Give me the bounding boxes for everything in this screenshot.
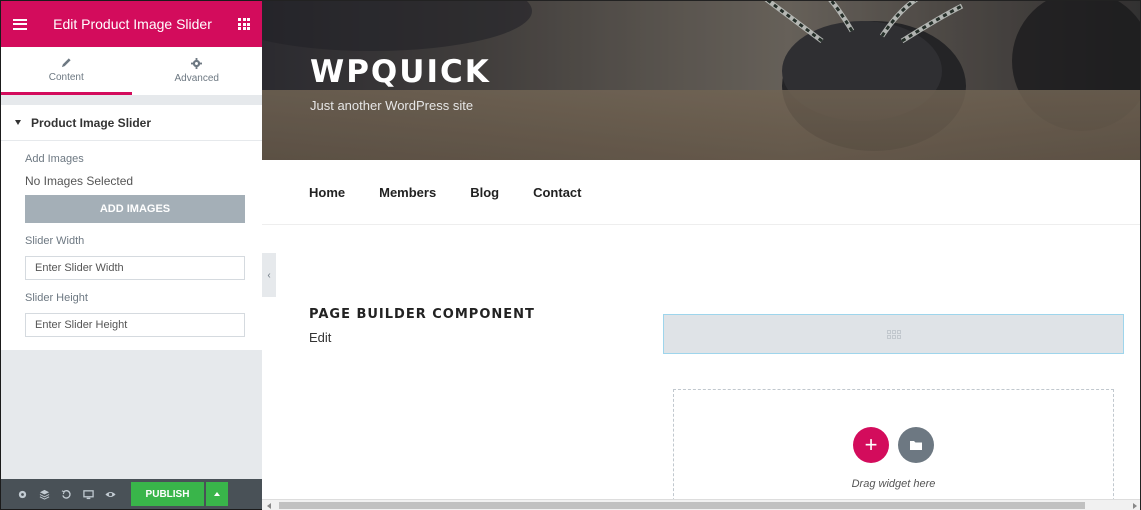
add-images-label: Add Images (25, 153, 84, 165)
editor-panel: Edit Product Image Slider Content Advanc… (0, 0, 262, 510)
add-images-button[interactable]: ADD IMAGES (25, 195, 245, 223)
section-toggle[interactable]: Product Image Slider (1, 104, 262, 141)
drop-zone[interactable]: + Drag widget here (673, 389, 1114, 510)
tab-content-label: Content (48, 71, 84, 83)
folder-icon (910, 441, 922, 450)
tab-advanced-label: Advanced (174, 73, 219, 84)
chevron-left-icon: ‹ (267, 269, 271, 281)
settings-icon[interactable] (11, 483, 33, 505)
publish-button[interactable]: PUBLISH (131, 482, 204, 506)
collapse-panel-button[interactable]: ‹ (262, 253, 276, 297)
site-tagline: Just another WordPress site (310, 98, 474, 113)
panel-tabs: Content Advanced (1, 47, 262, 96)
pencil-icon (61, 57, 71, 67)
nav-home[interactable]: Home (309, 185, 345, 200)
nav-blog[interactable]: Blog (470, 185, 499, 200)
tab-advanced[interactable]: Advanced (132, 47, 263, 95)
scrollbar-thumb[interactable] (279, 502, 1085, 509)
page-preview: WPQUICK Just another WordPress site Home… (262, 0, 1141, 510)
history-icon[interactable] (55, 483, 77, 505)
main-nav: Home Members Blog Contact (262, 160, 1140, 225)
widget-placeholder[interactable] (663, 314, 1124, 354)
scroll-right-icon[interactable] (1133, 503, 1137, 509)
panel-header: Edit Product Image Slider (1, 1, 262, 47)
horizontal-scrollbar[interactable] (262, 499, 1140, 510)
publish-options-button[interactable] (206, 482, 228, 506)
add-section-button[interactable]: + (853, 427, 889, 463)
panel-title: Edit Product Image Slider (53, 16, 212, 32)
nav-members[interactable]: Members (379, 185, 436, 200)
images-status: No Images Selected (25, 174, 134, 188)
slider-width-label: Slider Width (25, 235, 85, 247)
plus-icon: + (864, 432, 878, 457)
header-image: WPQUICK Just another WordPress site (262, 1, 1140, 160)
slider-width-input[interactable] (25, 256, 245, 280)
add-template-button[interactable] (898, 427, 934, 463)
navigator-icon[interactable] (33, 483, 55, 505)
section-title: Product Image Slider (31, 115, 152, 130)
panel-footer: PUBLISH (1, 479, 262, 509)
component-edit-text[interactable]: Edit (309, 330, 331, 345)
component-title: PAGE BUILDER COMPONENT (309, 307, 535, 322)
slider-height-label: Slider Height (25, 292, 88, 304)
preview-icon[interactable] (99, 483, 121, 505)
nav-contact[interactable]: Contact (533, 185, 581, 200)
gear-icon (191, 58, 203, 69)
caret-down-icon (15, 120, 21, 125)
panel-controls: Product Image Slider Add Images No Image… (1, 104, 262, 350)
widget-grid-icon (886, 329, 901, 339)
tab-content[interactable]: Content (1, 47, 132, 95)
scroll-left-icon[interactable] (267, 503, 271, 509)
hamburger-icon[interactable] (13, 18, 27, 30)
site-title[interactable]: WPQUICK (310, 54, 491, 90)
slider-height-input[interactable] (25, 313, 245, 337)
responsive-icon[interactable] (77, 483, 99, 505)
caret-up-icon (214, 492, 220, 496)
grid-icon[interactable] (238, 18, 250, 30)
drag-widget-hint: Drag widget here (851, 478, 936, 490)
